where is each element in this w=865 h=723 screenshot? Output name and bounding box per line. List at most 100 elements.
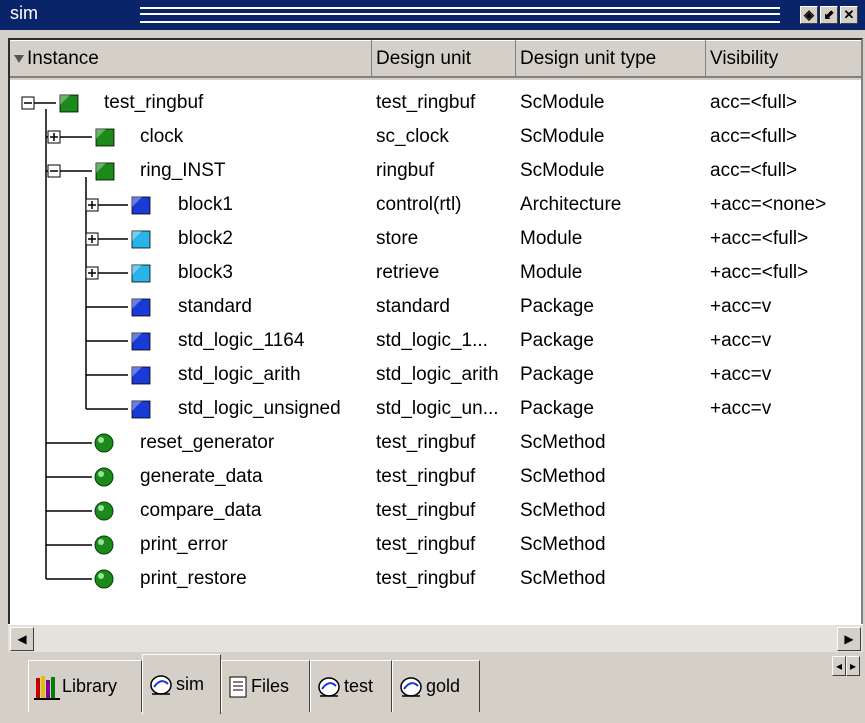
visibility: acc=<full> bbox=[710, 126, 798, 147]
sim-icon bbox=[150, 674, 172, 695]
visibility: +acc=v bbox=[710, 330, 772, 351]
table-row[interactable]: block2 store Module +acc=<full> bbox=[10, 222, 861, 256]
column-visibility[interactable]: Visibility bbox=[706, 40, 861, 78]
column-visibility-label: Visibility bbox=[710, 48, 779, 69]
design-unit-type: Package bbox=[520, 330, 594, 351]
design-unit: retrieve bbox=[376, 262, 440, 283]
tab-library-label: Library bbox=[62, 676, 118, 696]
dock-button[interactable]: ◈ bbox=[800, 6, 818, 24]
design-unit: test_ringbuf bbox=[376, 568, 476, 589]
design-unit-type: Package bbox=[520, 296, 594, 317]
instance-name: print_error bbox=[140, 534, 228, 555]
design-unit-type: Architecture bbox=[520, 194, 622, 215]
instance-name: std_logic_1164 bbox=[178, 330, 305, 351]
table-row[interactable]: std_logic_arith std_logic_arith Package +ac… bbox=[10, 358, 861, 392]
instance-tree-panel: Instance Design unit Design unit type Vi… bbox=[8, 38, 863, 628]
table-row[interactable]: print_restore test_ringbuf ScMethod bbox=[10, 562, 861, 596]
tab-gold-label: gold bbox=[426, 676, 461, 696]
visibility: +acc=<full> bbox=[710, 262, 809, 283]
design-unit-type: ScModule bbox=[520, 160, 605, 181]
tab-files[interactable]: Files bbox=[221, 660, 310, 712]
design-unit: control(rtl) bbox=[376, 194, 462, 215]
visibility: +acc=v bbox=[710, 364, 772, 385]
table-row[interactable]: generate_data test_ringbuf ScMethod bbox=[10, 460, 861, 494]
instance-name: print_restore bbox=[140, 568, 247, 589]
design-unit: test_ringbuf bbox=[376, 432, 476, 453]
instance-name: generate_data bbox=[140, 466, 263, 487]
design-unit-type: ScModule bbox=[520, 126, 605, 147]
table-row[interactable]: block3 retrieve Module +acc=<full> bbox=[10, 256, 861, 290]
table-row[interactable]: std_logic_unsigned std_logic_un... Package… bbox=[10, 392, 861, 426]
column-design-unit-type-label: Design unit type bbox=[520, 48, 657, 69]
design-unit: ringbuf bbox=[376, 160, 435, 181]
scroll-left-button[interactable]: ◀ bbox=[10, 627, 34, 651]
library-icon bbox=[34, 675, 60, 700]
close-button[interactable]: ✕ bbox=[840, 6, 858, 24]
tab-gold[interactable]: gold bbox=[392, 660, 480, 712]
visibility: +acc=v bbox=[710, 398, 772, 419]
design-unit-type: ScMethod bbox=[520, 500, 606, 521]
tab-test[interactable]: test bbox=[310, 660, 392, 712]
table-row[interactable]: standard standard Package +acc=v bbox=[10, 290, 861, 324]
tab-bar: Library sim Files test gold ◂ ▸ bbox=[0, 652, 865, 723]
instance-name: clock bbox=[140, 126, 184, 147]
tab-files-label: Files bbox=[251, 676, 290, 696]
instance-name: std_logic_unsigned bbox=[178, 398, 341, 419]
design-unit-type: ScMethod bbox=[520, 568, 606, 589]
column-header: Instance Design unit Design unit type Vi… bbox=[10, 40, 861, 80]
design-unit-type: ScModule bbox=[520, 92, 605, 113]
tab-scroll-right-button[interactable]: ▸ bbox=[846, 656, 860, 676]
table-row[interactable]: std_logic_1164 std_logic_1... Package +acc=… bbox=[10, 324, 861, 358]
column-instance[interactable]: Instance bbox=[10, 40, 372, 78]
horizontal-scrollbar[interactable]: ◀ ▶ bbox=[8, 624, 863, 653]
instance-name: block3 bbox=[178, 262, 233, 283]
files-icon bbox=[229, 676, 247, 697]
column-design-unit[interactable]: Design unit bbox=[372, 40, 516, 78]
table-row[interactable]: clock sc_clock ScModule acc=<full> bbox=[10, 120, 861, 154]
scroll-right-button[interactable]: ▶ bbox=[837, 627, 861, 651]
design-unit: store bbox=[376, 228, 419, 249]
design-unit: test_ringbuf bbox=[376, 92, 476, 113]
visibility: acc=<full> bbox=[710, 160, 798, 181]
table-row[interactable]: test_ringbuf test_ringbuf ScModule acc=<ful… bbox=[10, 86, 861, 120]
table-row[interactable]: ring_INST ringbuf ScModule acc=<full> bbox=[10, 154, 861, 188]
undock-button[interactable]: ⬋ bbox=[820, 6, 838, 24]
table-row[interactable]: block1 control(rtl) Architecture +acc=<none… bbox=[10, 188, 861, 222]
tab-sim[interactable]: sim bbox=[142, 654, 221, 714]
instance-name: ring_INST bbox=[140, 160, 226, 181]
table-row[interactable]: compare_data test_ringbuf ScMethod bbox=[10, 494, 861, 528]
column-design-unit-type[interactable]: Design unit type bbox=[516, 40, 706, 78]
instance-name: compare_data bbox=[140, 500, 262, 521]
design-unit: test_ringbuf bbox=[376, 534, 476, 555]
design-unit: sc_clock bbox=[376, 126, 449, 147]
tab-library[interactable]: Library bbox=[28, 660, 142, 712]
table-row[interactable]: print_error test_ringbuf ScMethod bbox=[10, 528, 861, 562]
design-unit-type: Module bbox=[520, 262, 583, 283]
visibility: +acc=<full> bbox=[710, 228, 809, 249]
tab-sim-label: sim bbox=[176, 674, 204, 694]
design-unit: std_logic_un... bbox=[376, 398, 499, 419]
design-unit: std_logic_1... bbox=[376, 330, 488, 351]
design-unit-type: ScMethod bbox=[520, 466, 606, 487]
column-design-unit-label: Design unit bbox=[376, 48, 472, 69]
design-unit-type: ScMethod bbox=[520, 432, 606, 453]
instance-name: standard bbox=[178, 296, 252, 317]
tab-scroll-left-button[interactable]: ◂ bbox=[832, 656, 846, 676]
design-unit: std_logic_arith bbox=[376, 364, 499, 385]
visibility: +acc=<none> bbox=[710, 194, 827, 215]
design-unit-type: Package bbox=[520, 398, 594, 419]
design-unit-type: Module bbox=[520, 228, 583, 249]
sim-icon bbox=[318, 676, 340, 697]
instance-name: block1 bbox=[178, 194, 233, 215]
window-title: sim bbox=[10, 3, 38, 23]
drag-grip[interactable] bbox=[140, 7, 780, 23]
table-row[interactable]: reset_generator test_ringbuf ScMethod bbox=[10, 426, 861, 460]
sort-indicator-icon bbox=[14, 54, 24, 63]
column-instance-label: Instance bbox=[27, 48, 99, 69]
instance-name: std_logic_arith bbox=[178, 364, 301, 385]
design-unit: test_ringbuf bbox=[376, 466, 476, 487]
design-unit: standard bbox=[376, 296, 450, 317]
visibility: acc=<full> bbox=[710, 92, 798, 113]
instance-name: block2 bbox=[178, 228, 233, 249]
title-bar: sim ◈ ⬋ ✕ bbox=[0, 0, 865, 30]
